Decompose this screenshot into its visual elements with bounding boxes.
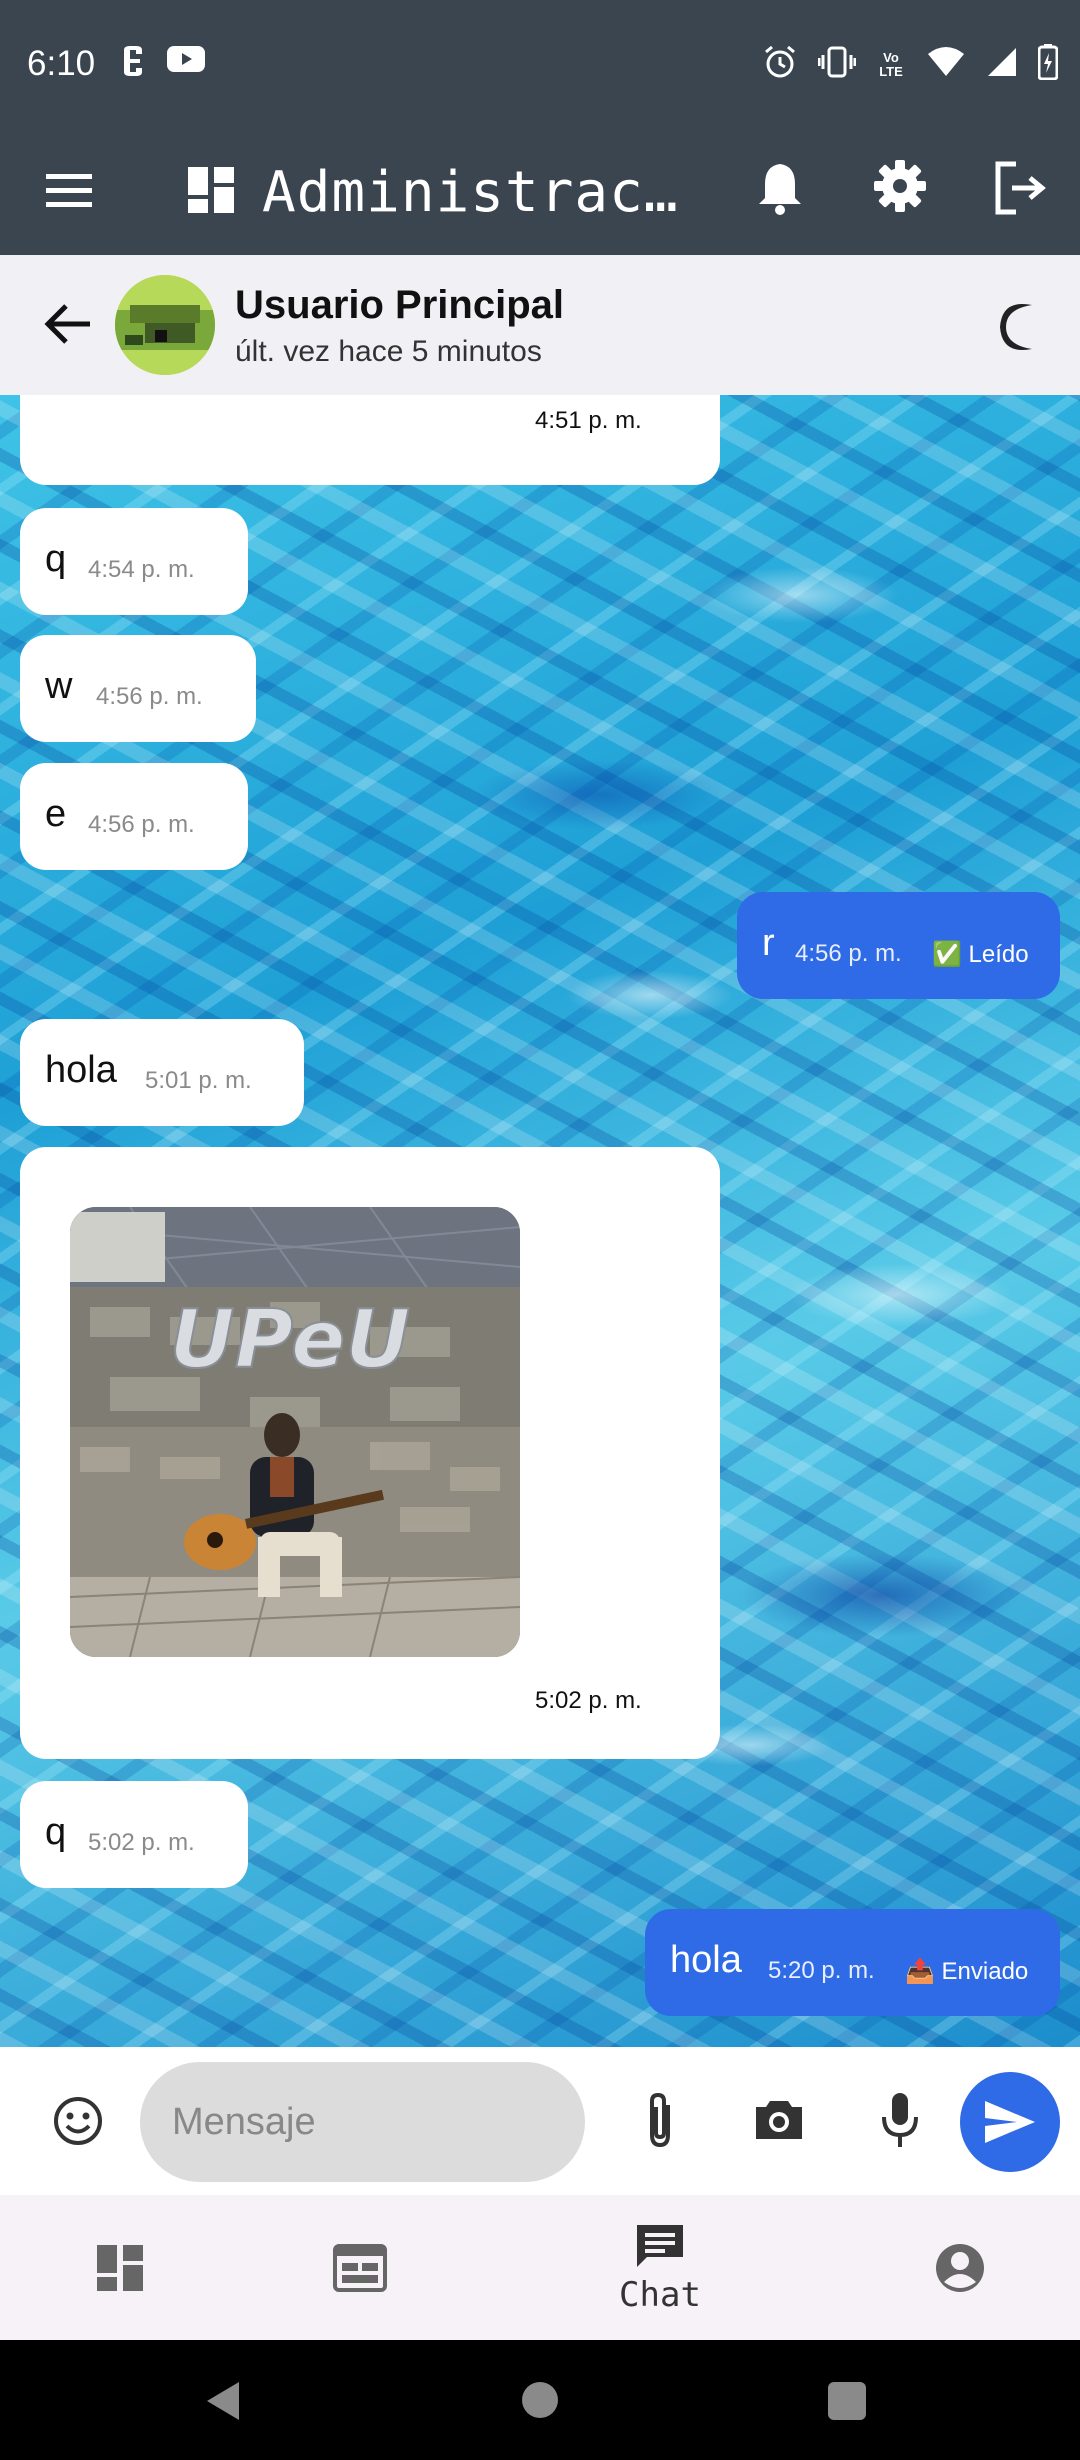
volte-icon: Vo LTE bbox=[879, 49, 903, 79]
message-read-status: ✅ Leído bbox=[932, 941, 1029, 968]
status-time: 6:10 bbox=[27, 44, 96, 83]
message-time: 5:02 p. m. bbox=[535, 1687, 642, 1714]
paperclip-icon[interactable] bbox=[640, 2091, 680, 2156]
message-bubble-outgoing[interactable]: r 4:56 p. m. ✅ Leído bbox=[737, 892, 1060, 999]
nav-item-account[interactable] bbox=[900, 2195, 1020, 2340]
message-photo[interactable]: UPeU bbox=[70, 1207, 520, 1657]
account-icon bbox=[936, 2243, 984, 2292]
system-back-icon[interactable] bbox=[205, 2380, 241, 2427]
gear-icon[interactable] bbox=[872, 158, 928, 219]
app-bar: Administrac… bbox=[0, 130, 1080, 255]
message-input[interactable] bbox=[140, 2062, 585, 2182]
message-text: q bbox=[45, 1811, 67, 1853]
message-bubble-incoming[interactable]: w 4:56 p. m. bbox=[20, 635, 256, 742]
vibrate-icon bbox=[817, 45, 857, 84]
photo-sign-text: UPeU bbox=[170, 1293, 411, 1386]
logout-icon[interactable] bbox=[992, 160, 1048, 221]
system-home-icon[interactable] bbox=[522, 2382, 558, 2418]
message-bubble-image[interactable]: UPeU 5:02 p. m. bbox=[20, 1147, 720, 1759]
emoji-icon[interactable] bbox=[52, 2095, 104, 2152]
status-bar: 6:10 Vo LTE bbox=[0, 0, 1080, 130]
message-text: w bbox=[45, 665, 73, 707]
message-text: q bbox=[45, 538, 67, 580]
youtube-icon bbox=[166, 44, 206, 83]
nav-item-calendar[interactable] bbox=[300, 2195, 420, 2340]
microphone-icon[interactable] bbox=[880, 2091, 920, 2154]
camera-icon[interactable] bbox=[752, 2097, 806, 2148]
message-time: 5:02 p. m. bbox=[88, 1829, 195, 1856]
message-sent-status: 📤 Enviado bbox=[905, 1958, 1029, 1985]
chat-messages[interactable]: 4:51 p. m. q 4:54 p. m. w 4:56 p. m. e 4… bbox=[0, 395, 1080, 2047]
signal-icon bbox=[986, 46, 1018, 83]
nav-label-chat: Chat bbox=[619, 2274, 701, 2315]
alarm-icon bbox=[762, 44, 798, 85]
moon-icon[interactable] bbox=[996, 301, 1042, 358]
chat-header: Usuario Principal últ. vez hace 5 minuto… bbox=[0, 255, 1080, 395]
message-time: 4:56 p. m. bbox=[795, 940, 902, 967]
system-navigation-bar bbox=[0, 2340, 1080, 2460]
nav-item-dashboard[interactable] bbox=[60, 2195, 180, 2340]
message-time: 5:01 p. m. bbox=[145, 1067, 252, 1094]
message-bubble-incoming[interactable]: e 4:56 p. m. bbox=[20, 763, 248, 870]
avatar[interactable] bbox=[115, 275, 215, 375]
send-button[interactable] bbox=[960, 2072, 1060, 2172]
message-time: 5:20 p. m. bbox=[768, 1957, 875, 1984]
data-saver-icon bbox=[118, 44, 148, 83]
message-bubble-incoming[interactable]: q 5:02 p. m. bbox=[20, 1781, 248, 1888]
message-bubble-incoming[interactable]: 4:51 p. m. bbox=[20, 395, 720, 485]
message-bubble-outgoing[interactable]: hola 5:20 p. m. 📤 Enviado bbox=[645, 1909, 1060, 2016]
message-text: r bbox=[762, 922, 775, 964]
back-arrow-icon[interactable] bbox=[44, 302, 92, 351]
message-bubble-incoming[interactable]: hola 5:01 p. m. bbox=[20, 1019, 304, 1126]
system-recents-icon[interactable] bbox=[828, 2382, 866, 2420]
chat-icon bbox=[637, 2224, 683, 2267]
message-time: 4:56 p. m. bbox=[88, 811, 195, 838]
message-time: 4:54 p. m. bbox=[88, 556, 195, 583]
message-bubble-incoming[interactable]: q 4:54 p. m. bbox=[20, 508, 248, 615]
send-icon bbox=[985, 2101, 1035, 2143]
bottom-navigation: Chat bbox=[0, 2195, 1080, 2340]
message-text: hola bbox=[670, 1939, 742, 1981]
message-time: 4:51 p. m. bbox=[535, 407, 642, 434]
dashboard-icon bbox=[97, 2244, 143, 2291]
nav-item-chat[interactable]: Chat bbox=[580, 2195, 740, 2340]
battery-icon bbox=[1037, 44, 1059, 85]
contact-name: Usuario Principal bbox=[235, 283, 564, 327]
message-text: e bbox=[45, 793, 67, 835]
app-title: Administrac… bbox=[262, 160, 679, 225]
calendar-icon bbox=[333, 2243, 387, 2292]
bell-icon[interactable] bbox=[757, 160, 803, 221]
contact-last-seen: últ. vez hace 5 minutos bbox=[235, 335, 542, 368]
message-text: hola bbox=[45, 1049, 117, 1091]
message-composer bbox=[0, 2047, 1080, 2195]
message-time: 4:56 p. m. bbox=[96, 683, 203, 710]
wifi-icon bbox=[926, 46, 966, 83]
dashboard-icon bbox=[186, 165, 236, 220]
menu-icon[interactable] bbox=[44, 170, 94, 215]
